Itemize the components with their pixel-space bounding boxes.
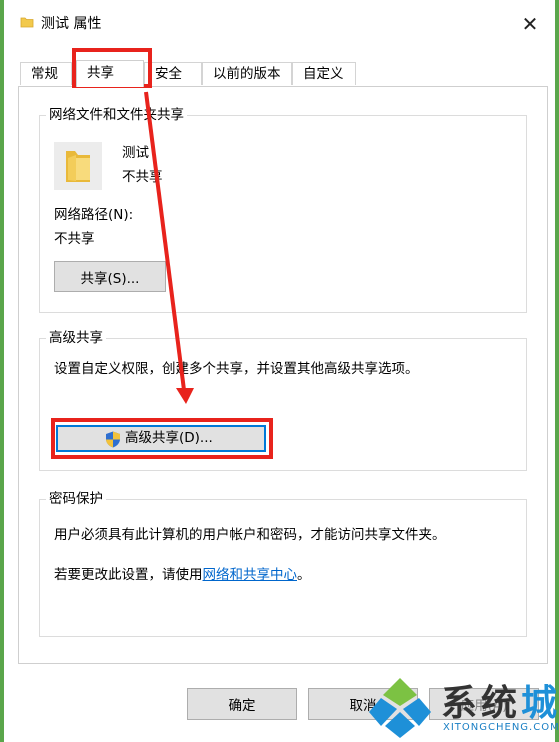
network-path-value: 不共享: [54, 231, 95, 247]
password-change-prefix: 若要更改此设置，请使用: [54, 567, 203, 583]
network-share-legend: 网络文件和文件夹共享: [46, 107, 187, 123]
advanced-share-button[interactable]: 高级共享(D)...: [56, 425, 266, 452]
tab-sharing[interactable]: 共享: [76, 60, 144, 87]
title-bar: 测试 属性 ✕: [4, 0, 555, 50]
close-button[interactable]: ✕: [515, 9, 545, 39]
tab-general[interactable]: 常规: [20, 62, 72, 85]
uac-shield-icon: [106, 431, 120, 448]
password-protection-group: 密码保护 用户必须具有此计算机的用户帐户和密码，才能访问共享文件夹。 若要更改此…: [39, 491, 527, 637]
ok-button[interactable]: 确定: [187, 688, 297, 720]
password-change-suffix: 。: [297, 567, 311, 583]
password-change-hint: 若要更改此设置，请使用网络和共享中心。: [54, 566, 311, 584]
watermark-subtext: XITONGCHENG.COM: [443, 722, 559, 733]
advanced-share-group: 高级共享 设置自定义权限，创建多个共享，并设置其他高级共享选项。 高级共享(D)…: [39, 330, 527, 471]
site-watermark: 系统城 XITONGCHENG.COM: [365, 672, 559, 742]
share-status: 不共享: [122, 169, 163, 185]
folder-icon: [20, 17, 34, 28]
tab-previous-versions[interactable]: 以前的版本: [202, 62, 292, 85]
shared-folder-icon: [54, 142, 102, 190]
close-icon: ✕: [521, 12, 539, 36]
watermark-text-dark: 系统: [441, 683, 522, 724]
tab-strip: 常规 共享 安全 以前的版本 自定义: [18, 60, 548, 87]
watermark-logo-icon: [369, 678, 431, 738]
network-share-group: 网络文件和文件夹共享 测试 不共享 网络路径(N): 不共享 共享(S)...: [39, 107, 527, 313]
tab-security[interactable]: 安全: [144, 62, 202, 85]
password-legend: 密码保护: [46, 491, 106, 507]
window-title: 测试 属性: [41, 16, 102, 32]
tab-content: 网络文件和文件夹共享 测试 不共享 网络路径(N): 不共享 共享(S)... …: [18, 86, 548, 664]
share-button[interactable]: 共享(S)...: [54, 261, 166, 292]
tab-customize[interactable]: 自定义: [292, 62, 356, 85]
advanced-share-legend: 高级共享: [46, 330, 106, 346]
password-description: 用户必须具有此计算机的用户帐户和密码，才能访问共享文件夹。: [54, 527, 446, 543]
watermark-text: 系统城: [441, 674, 559, 726]
watermark-text-accent: 城: [521, 683, 559, 724]
advanced-share-description: 设置自定义权限，创建多个共享，并设置其他高级共享选项。: [54, 361, 419, 377]
network-sharing-center-link[interactable]: 网络和共享中心: [203, 567, 298, 583]
advanced-share-button-label: 高级共享(D)...: [125, 430, 213, 446]
network-path-label: 网络路径(N):: [54, 207, 134, 223]
properties-window: 测试 属性 ✕ 常规 共享 安全 以前的版本 自定义 网络文件和文件夹共享 测试…: [4, 0, 555, 742]
folder-name: 测试: [122, 145, 149, 161]
